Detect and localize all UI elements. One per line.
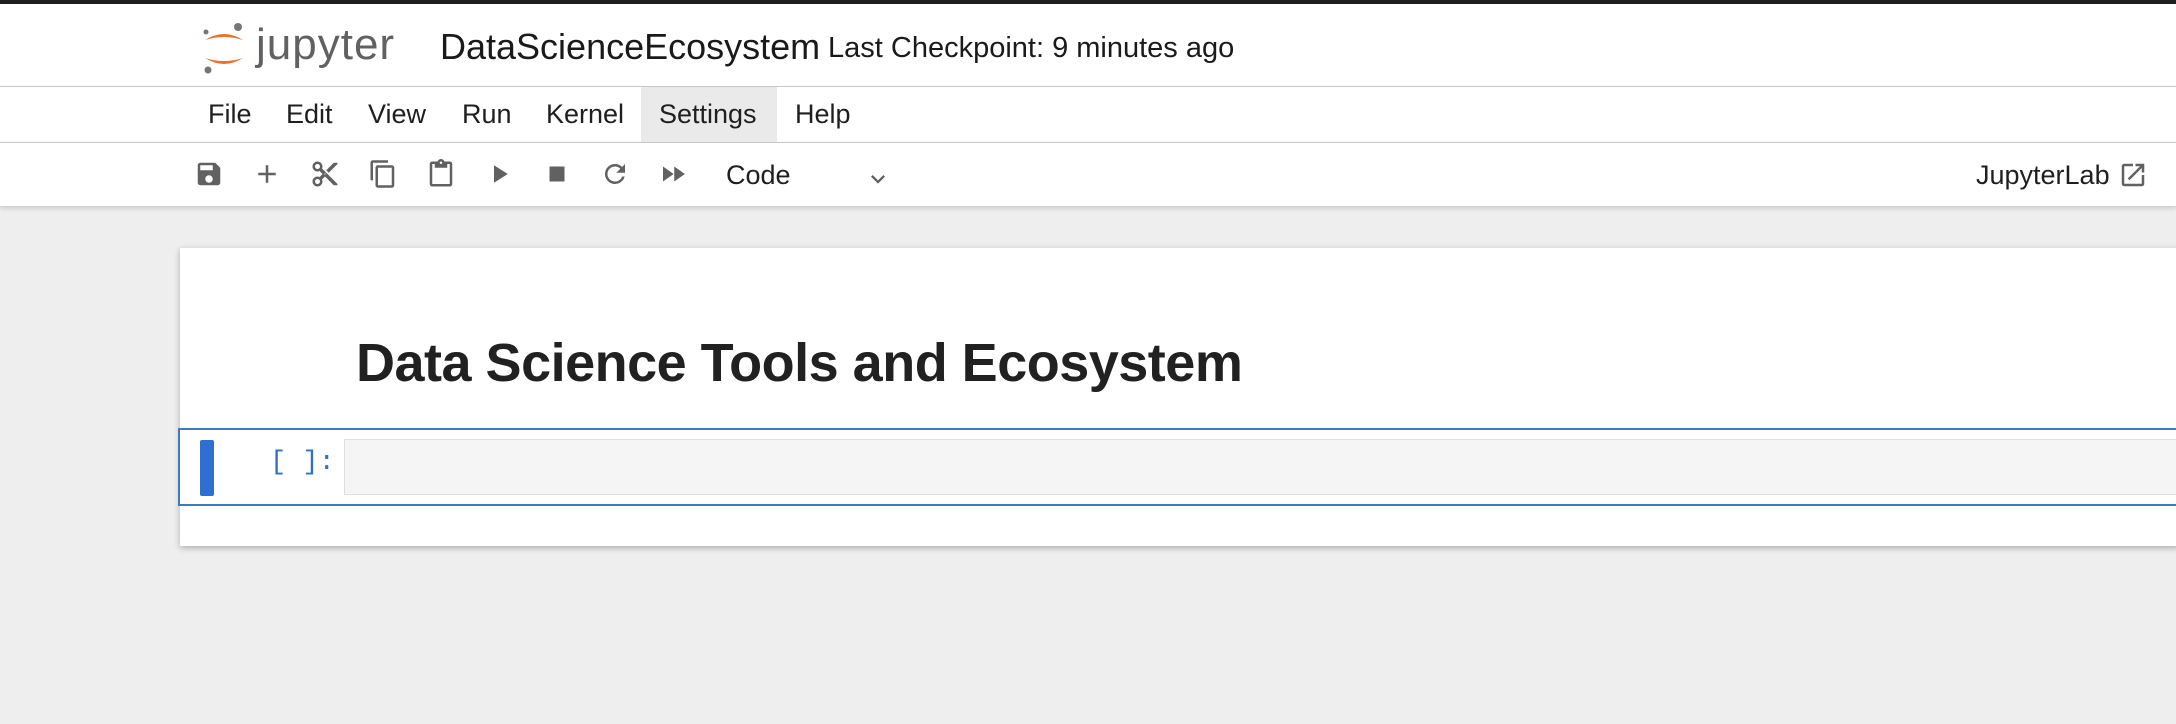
chevron-down-icon bbox=[871, 175, 885, 184]
fast-forward-icon bbox=[663, 166, 685, 182]
menu-run[interactable]: Run bbox=[444, 87, 530, 142]
notebook-title[interactable]: DataScienceEcosystem bbox=[440, 26, 820, 68]
copy-button[interactable] bbox=[366, 157, 400, 191]
interrupt-button[interactable] bbox=[540, 157, 574, 191]
menu-help[interactable]: Help bbox=[777, 87, 869, 142]
cell-type-value: Code bbox=[726, 160, 791, 190]
jupyter-logo[interactable]: jupyter bbox=[200, 18, 395, 78]
toolbar: Code JupyterLab bbox=[0, 143, 2176, 207]
code-cell[interactable]: [ ]: bbox=[178, 428, 2176, 506]
cell-type-select[interactable]: Code bbox=[712, 155, 898, 195]
cut-button[interactable] bbox=[308, 157, 342, 191]
jupyterlab-label: JupyterLab bbox=[1976, 159, 2110, 190]
notebook-panel: Data Science Tools and Ecosystem [ ]: bbox=[178, 248, 2176, 546]
menu-kernel[interactable]: Kernel bbox=[528, 87, 642, 142]
paste-button[interactable] bbox=[424, 157, 458, 191]
paste-icon bbox=[429, 159, 453, 187]
checkpoint-status: Last Checkpoint: 9 minutes ago bbox=[828, 32, 1235, 64]
insert-cell-button[interactable] bbox=[250, 157, 284, 191]
header: jupyter DataScienceEcosystem Last Checkp… bbox=[0, 4, 2176, 87]
menu-settings[interactable]: Settings bbox=[641, 87, 777, 142]
menu-edit[interactable]: Edit bbox=[268, 87, 351, 142]
menu-view[interactable]: View bbox=[350, 87, 444, 142]
cell-collapser[interactable] bbox=[200, 440, 214, 496]
restart-run-all-button[interactable] bbox=[656, 157, 690, 191]
jupyter-logo-icon bbox=[203, 23, 243, 74]
logo-text: jupyter bbox=[256, 20, 396, 69]
markdown-heading[interactable]: Data Science Tools and Ecosystem bbox=[356, 332, 1243, 394]
scissors-icon bbox=[312, 161, 338, 187]
run-button[interactable] bbox=[482, 157, 516, 191]
external-link-icon bbox=[2121, 163, 2144, 187]
stop-icon bbox=[549, 166, 565, 182]
restart-icon bbox=[604, 163, 625, 184]
cell-prompt: [ ]: bbox=[270, 448, 335, 478]
copy-icon bbox=[370, 160, 395, 188]
run-icon bbox=[494, 165, 508, 183]
save-button[interactable] bbox=[192, 157, 226, 191]
save-icon bbox=[197, 162, 221, 186]
open-jupyterlab-link[interactable]: JupyterLab bbox=[1976, 157, 2148, 193]
restart-button[interactable] bbox=[598, 157, 632, 191]
code-editor[interactable] bbox=[344, 439, 2176, 495]
menubar: File Edit View Run Kernel Settings Help bbox=[0, 87, 2176, 143]
plus-icon bbox=[258, 165, 276, 183]
menu-file[interactable]: File bbox=[190, 87, 270, 142]
